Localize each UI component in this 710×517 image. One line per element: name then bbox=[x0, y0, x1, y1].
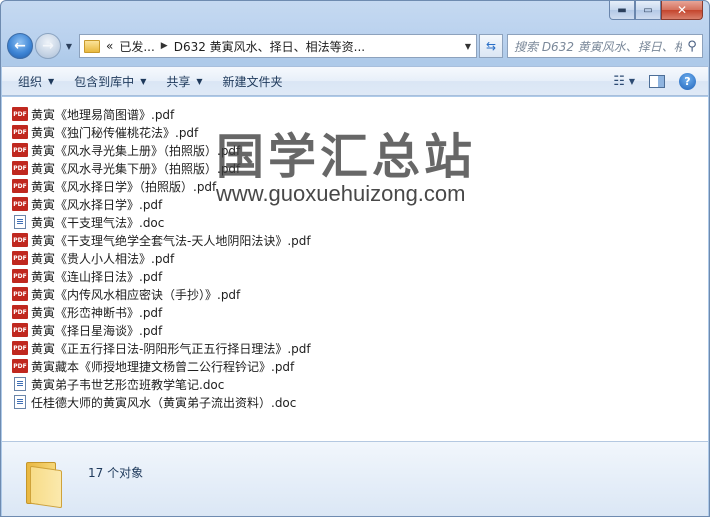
view-options-icon: ☷ bbox=[613, 73, 625, 89]
explorer-window: ▬ ▭ ✕ ← → ▼ « 已发... ▶ D632 黄寅风水、择日、相法等资.… bbox=[0, 0, 710, 517]
file-item[interactable]: PDF 黄寅《连山择日法》.pdf bbox=[12, 267, 708, 285]
file-name: 黄寅《干支理气法》.doc bbox=[31, 215, 165, 230]
details-pane: 17 个对象 bbox=[2, 441, 708, 516]
pdf-file-icon: PDF bbox=[12, 143, 28, 157]
file-item[interactable]: PDF 黄寅《干支理气绝学全套气法-天人地阴阳法诀》.pdf bbox=[12, 231, 708, 249]
file-item[interactable]: 黄寅弟子韦世艺形峦班教学笔记.doc bbox=[12, 375, 708, 393]
breadcrumb-separator-icon[interactable]: ▶ bbox=[161, 41, 168, 51]
file-item[interactable]: PDF 黄寅《风水择日学》.pdf bbox=[12, 195, 708, 213]
doc-file-icon bbox=[14, 395, 26, 409]
pdf-file-icon: PDF bbox=[12, 323, 28, 337]
new-folder-button[interactable]: 新建文件夹 bbox=[223, 73, 283, 90]
file-name: 黄寅《风水寻光集上册》（拍照版）.pdf bbox=[31, 143, 241, 158]
pdf-file-icon: PDF bbox=[12, 251, 28, 265]
file-item[interactable]: PDF 黄寅《贵人小人相法》.pdf bbox=[12, 249, 708, 267]
help-button[interactable]: ? bbox=[679, 72, 696, 90]
caption-buttons: ▬ ▭ ✕ bbox=[609, 1, 703, 21]
file-item[interactable]: PDF 黄寅《风水择日学》（拍照版）.pdf bbox=[12, 177, 708, 195]
pdf-file-icon: PDF bbox=[12, 197, 28, 211]
file-name: 黄寅《风水寻光集下册》（拍照版）.pdf bbox=[31, 161, 241, 176]
breadcrumb-overflow[interactable]: « bbox=[106, 39, 113, 53]
minimize-button[interactable]: ▬ bbox=[609, 1, 635, 20]
chevron-down-icon: ▼ bbox=[140, 76, 147, 86]
search-icon[interactable]: ⚲ bbox=[682, 39, 702, 54]
item-count: 17 个对象 bbox=[88, 466, 144, 480]
organize-label: 组织 bbox=[18, 74, 43, 89]
file-name: 黄寅《正五行择日法-阴阳形气正五行择日理法》.pdf bbox=[31, 341, 311, 356]
pdf-file-icon: PDF bbox=[12, 233, 28, 247]
share-menu[interactable]: 共享 ▼ bbox=[166, 73, 202, 90]
file-name: 黄寅《风水择日学》.pdf bbox=[31, 197, 163, 212]
refresh-button[interactable]: ⇆ bbox=[479, 34, 503, 58]
file-name: 黄寅《风水择日学》（拍照版）.pdf bbox=[31, 179, 217, 194]
include-in-library-label: 包含到库中 bbox=[74, 74, 135, 89]
file-name: 黄寅弟子韦世艺形峦班教学笔记.doc bbox=[31, 377, 225, 392]
file-item[interactable]: 任桂德大师的黄寅风水（黄寅弟子流出资料）.doc bbox=[12, 393, 708, 411]
chevron-down-icon: ▼ bbox=[628, 76, 635, 86]
chevron-down-icon: ▼ bbox=[48, 76, 55, 86]
change-view-button[interactable]: ☷ ▼ bbox=[613, 74, 635, 89]
pdf-file-icon: PDF bbox=[12, 341, 28, 355]
folder-icon bbox=[26, 460, 70, 509]
file-list: PDF 黄寅《地理易简图谱》.pdf PDF 黄寅《独门秘传催桃花法》.pdf PDF 黄… bbox=[2, 97, 708, 441]
folder-icon bbox=[84, 39, 100, 53]
pdf-file-icon: PDF bbox=[12, 359, 28, 373]
forward-arrow-icon: → bbox=[42, 38, 54, 54]
forward-button[interactable]: → bbox=[35, 33, 61, 59]
file-name: 黄寅《内传风水相应密诀（手抄）》.pdf bbox=[31, 287, 241, 302]
doc-file-icon bbox=[14, 215, 26, 229]
navigation-bar: ← → ▼ « 已发... ▶ D632 黄寅风水、择日、相法等资... ▼ ⇆… bbox=[7, 31, 703, 61]
back-button[interactable]: ← bbox=[7, 33, 33, 59]
file-name: 黄寅《形峦神断书》.pdf bbox=[31, 305, 163, 320]
file-item[interactable]: 黄寅《干支理气法》.doc bbox=[12, 213, 708, 231]
preview-pane-icon bbox=[649, 74, 665, 88]
file-name: 黄寅《独门秘传催桃花法》.pdf bbox=[31, 125, 199, 140]
address-bar[interactable]: « 已发... ▶ D632 黄寅风水、择日、相法等资... ▼ bbox=[79, 34, 477, 58]
file-item[interactable]: PDF 黄寅《风水寻光集上册》（拍照版）.pdf bbox=[12, 141, 708, 159]
pdf-file-icon: PDF bbox=[12, 125, 28, 139]
include-in-library-menu[interactable]: 包含到库中 ▼ bbox=[74, 73, 146, 90]
maximize-button[interactable]: ▭ bbox=[635, 1, 661, 20]
chevron-down-icon: ▼ bbox=[196, 76, 203, 86]
command-bar: 组织 ▼ 包含到库中 ▼ 共享 ▼ 新建文件夹 ☷ ▼ ? bbox=[2, 66, 708, 96]
pdf-file-icon: PDF bbox=[12, 287, 28, 301]
file-name: 黄寅《干支理气绝学全套气法-天人地阴阳法诀》.pdf bbox=[31, 233, 311, 248]
help-icon: ? bbox=[679, 72, 696, 90]
breadcrumb-item-current[interactable]: D632 黄寅风水、择日、相法等资... bbox=[174, 38, 365, 55]
file-item[interactable]: PDF 黄寅《形峦神断书》.pdf bbox=[12, 303, 708, 321]
file-item[interactable]: PDF 黄寅《地理易简图谱》.pdf bbox=[12, 105, 708, 123]
doc-file-icon bbox=[14, 377, 26, 391]
file-item[interactable]: PDF 黄寅《独门秘传催桃花法》.pdf bbox=[12, 123, 708, 141]
file-name: 黄寅《地理易简图谱》.pdf bbox=[31, 107, 175, 122]
file-name: 任桂德大师的黄寅风水（黄寅弟子流出资料）.doc bbox=[31, 395, 297, 410]
address-dropdown-icon[interactable]: ▼ bbox=[460, 42, 476, 51]
organize-menu[interactable]: 组织 ▼ bbox=[18, 73, 54, 90]
file-item[interactable]: PDF 黄寅《正五行择日法-阴阳形气正五行择日理法》.pdf bbox=[12, 339, 708, 357]
file-item[interactable]: PDF 黄寅《内传风水相应密诀（手抄）》.pdf bbox=[12, 285, 708, 303]
file-name: 黄寅《贵人小人相法》.pdf bbox=[31, 251, 175, 266]
pdf-file-icon: PDF bbox=[12, 161, 28, 175]
pdf-file-icon: PDF bbox=[12, 179, 28, 193]
search-input[interactable]: 搜索 D632 黄寅风水、择日、相法等... ⚲ bbox=[507, 34, 703, 58]
new-folder-label: 新建文件夹 bbox=[222, 74, 283, 89]
file-item[interactable]: PDF 黄寅《风水寻光集下册》（拍照版）.pdf bbox=[12, 159, 708, 177]
refresh-icon: ⇆ bbox=[485, 39, 497, 53]
preview-pane-button[interactable] bbox=[649, 74, 665, 88]
pdf-file-icon: PDF bbox=[12, 269, 28, 283]
pdf-file-icon: PDF bbox=[12, 107, 28, 121]
pdf-file-icon: PDF bbox=[12, 305, 28, 319]
close-button[interactable]: ✕ bbox=[661, 1, 703, 20]
back-arrow-icon: ← bbox=[14, 38, 26, 54]
file-name: 黄寅藏本《师授地理捷文杨曾二公行程钤记》.pdf bbox=[31, 359, 295, 374]
share-label: 共享 bbox=[166, 74, 191, 89]
recent-pages-dropdown[interactable]: ▼ bbox=[63, 42, 75, 51]
breadcrumb-item-parent[interactable]: 已发... bbox=[119, 38, 154, 55]
file-item[interactable]: PDF 黄寅《择日星海谈》.pdf bbox=[12, 321, 708, 339]
file-name: 黄寅《择日星海谈》.pdf bbox=[31, 323, 163, 338]
search-placeholder: 搜索 D632 黄寅风水、择日、相法等... bbox=[514, 39, 682, 54]
file-item[interactable]: PDF 黄寅藏本《师授地理捷文杨曾二公行程钤记》.pdf bbox=[12, 357, 708, 375]
file-name: 黄寅《连山择日法》.pdf bbox=[31, 269, 163, 284]
